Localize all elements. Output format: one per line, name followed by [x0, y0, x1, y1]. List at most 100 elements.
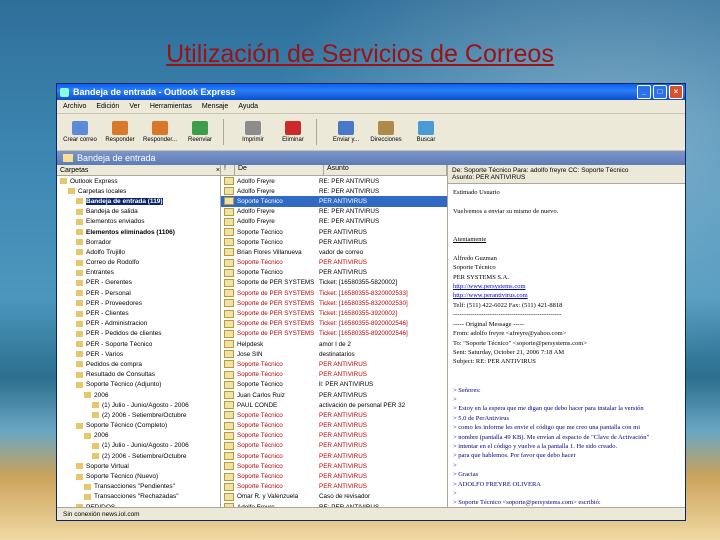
message-row[interactable]: Soporte Técnico PER ANTIVIRUS	[221, 482, 447, 492]
message-row[interactable]: Adolfo Freyre RE: PER ANTIVIRUS	[221, 186, 447, 196]
folder-item[interactable]: (1) Julio - Junio/Agosto - 2006	[57, 400, 220, 410]
message-row[interactable]: Juan Carlos Ruiz PER ANTIVIRUS	[221, 390, 447, 400]
toolbar-button[interactable]: Responder...	[143, 121, 177, 143]
folder-item[interactable]: (2) 2006 - Setiembre/Octubre	[57, 451, 220, 461]
folder-item[interactable]: PER - Clientes	[57, 308, 220, 318]
toolbar-button-label: Crear correo	[63, 137, 97, 143]
folder-item[interactable]: PER - Administracion	[57, 319, 220, 329]
message-row[interactable]: Helpdesk amor I de 2	[221, 339, 447, 349]
folder-item[interactable]: Soporte Técnico (Adjunto)	[57, 380, 220, 390]
message-row[interactable]: Soporte Técnico PER ANTIVIRUS	[221, 227, 447, 237]
close-button[interactable]: ×	[669, 85, 683, 99]
folder-item[interactable]: Soporte Virtual	[57, 461, 220, 471]
preview-line[interactable]: http://www.perantivirus.com	[453, 291, 680, 300]
message-row[interactable]: Soporte Técnico PER ANTIVIRUS	[221, 431, 447, 441]
message-row[interactable]: Soporte Técnico PER ANTIVIRUS	[221, 196, 447, 207]
folder-item[interactable]: Transacciones "Pendientes"	[57, 482, 220, 492]
minimize-button[interactable]: _	[637, 85, 651, 99]
toolbar-button[interactable]: Crear correo	[63, 121, 97, 143]
maximize-button[interactable]: □	[653, 85, 667, 99]
message-row[interactable]: Brian Flores Villanueva vador de correo	[221, 247, 447, 257]
folder-item[interactable]: (1) Julio - Junio/Agosto - 2006	[57, 441, 220, 451]
message-row[interactable]: Soporte de PER SYSTEMS Ticket: [16580355-…	[221, 298, 447, 308]
folder-item[interactable]: PER - Gerentes	[57, 278, 220, 288]
message-row[interactable]: Soporte de PER SYSTEMS Ticket: [16580355-…	[221, 288, 447, 298]
folder-item[interactable]: Bandeja de entrada (119)	[57, 196, 220, 206]
message-row[interactable]: Jose SIN destinatarios	[221, 349, 447, 359]
folder-item[interactable]: PER - Soporte Técnico	[57, 339, 220, 349]
preview-line	[453, 197, 680, 206]
menu-item[interactable]: Edición	[96, 103, 119, 110]
folder-item[interactable]: Soporte Técnico (Nuevo)	[57, 471, 220, 481]
menu-item[interactable]: Archivo	[63, 103, 86, 110]
folder-item[interactable]: PER - Varios	[57, 349, 220, 359]
folder-item[interactable]: PER - Proveedores	[57, 298, 220, 308]
message-row[interactable]: Soporte Técnico PER ANTIVIRUS	[221, 268, 447, 278]
message-row[interactable]: Soporte Técnico PER ANTIVIRUS	[221, 258, 447, 268]
folder-item[interactable]: 2006	[57, 390, 220, 400]
envelope-icon	[224, 289, 234, 298]
message-from: Soporte Técnico	[237, 452, 283, 460]
toolbar-button[interactable]: Reenviar	[183, 121, 217, 143]
preview-line: > Gracias	[453, 471, 479, 479]
reply-all-icon	[152, 121, 168, 135]
message-row[interactable]: Soporte Técnico PER ANTIVIRUS	[221, 441, 447, 451]
message-subject: RE: PER ANTIVIRUS	[319, 177, 380, 185]
subject-column-header[interactable]: Asunto	[324, 165, 447, 175]
toolbar-button[interactable]: Responder	[103, 121, 137, 143]
from-column-header[interactable]: De	[235, 165, 324, 175]
message-row[interactable]: Adolfo Freyre RE: PER ANTIVIRUS	[221, 207, 447, 217]
message-row[interactable]: Soporte de PER SYSTEMS Ticket: [16580355-…	[221, 319, 447, 329]
message-row[interactable]: Soporte Técnico PER ANTIVIRUS	[221, 471, 447, 481]
message-row[interactable]: Soporte de PER SYSTEMS Ticket: [16580355-…	[221, 329, 447, 339]
toolbar-button-label: Responder	[105, 137, 135, 143]
menu-item[interactable]: Ver	[129, 103, 140, 110]
folder-item[interactable]: (2) 2006 - Setiembre/Octubre	[57, 410, 220, 420]
preview-line: > Señores:	[453, 386, 481, 394]
folder-item[interactable]: Soporte Técnico (Completo)	[57, 421, 220, 431]
message-row[interactable]: Soporte Técnico PER ANTIVIRUS	[221, 237, 447, 247]
message-row[interactable]: Soporte Técnico PER ANTIVIRUS	[221, 451, 447, 461]
close-pane-icon[interactable]: ×	[216, 167, 220, 174]
folder-item[interactable]: Carpetas locales	[57, 186, 220, 196]
priority-column-icon[interactable]: !	[221, 165, 235, 175]
folder-item[interactable]: Resultado de Consultas	[57, 370, 220, 380]
message-row[interactable]: Soporte Técnico ll: PER ANTIVIRUS	[221, 380, 447, 390]
message-row[interactable]: Omar R. y Valenzuela Caso de revisador	[221, 492, 447, 502]
menu-item[interactable]: Herramientas	[150, 103, 192, 110]
folder-item[interactable]: Pedidos de compra	[57, 359, 220, 369]
folder-item[interactable]: Transacciones "Rechazadas"	[57, 492, 220, 502]
toolbar-button[interactable]: Buscar	[409, 121, 443, 143]
toolbar-button[interactable]: Enviar y...	[329, 121, 363, 143]
preview-line[interactable]: http://www.persystems.com	[453, 282, 680, 291]
message-row[interactable]: Soporte Técnico PER ANTIVIRUS	[221, 421, 447, 431]
message-row[interactable]: Soporte de PER SYSTEMS Ticket: [16580355-…	[221, 278, 447, 288]
message-row[interactable]: Soporte Técnico PER ANTIVIRUS	[221, 370, 447, 380]
folder-item[interactable]: 2006	[57, 431, 220, 441]
folder-item[interactable]: Elementos enviados	[57, 217, 220, 227]
toolbar-button[interactable]: Imprimir	[236, 121, 270, 143]
folder-item[interactable]: PER - Personal	[57, 288, 220, 298]
folder-item[interactable]: Bandeja de salida	[57, 207, 220, 217]
message-row[interactable]: Adolfo Freyre RE: PER ANTIVIRUS	[221, 217, 447, 227]
folder-item[interactable]: PER - Pedidos de clientes	[57, 329, 220, 339]
folder-icon	[84, 483, 91, 490]
message-row[interactable]: Adolfo Freyre RE: PER ANTIVIRUS	[221, 176, 447, 186]
toolbar-button[interactable]: Eliminar	[276, 121, 310, 143]
folder-item[interactable]: Outlook Express	[57, 176, 220, 186]
folder-label: PER - Proveedores	[86, 299, 142, 307]
toolbar-button[interactable]: Direcciones	[369, 121, 403, 143]
message-row[interactable]: Soporte Técnico PER ANTIVIRUS	[221, 410, 447, 420]
message-row[interactable]: PAUL CONDE activación de personal PER 32	[221, 400, 447, 410]
folder-item[interactable]: Entrantes	[57, 268, 220, 278]
folder-item[interactable]: Correo de Rodolfo	[57, 258, 220, 268]
folder-item[interactable]: Adolfo Trujillo	[57, 247, 220, 257]
message-row[interactable]: Soporte de PER SYSTEMS Ticket: [16580355-…	[221, 308, 447, 318]
folder-item[interactable]: Elementos eliminados (1106)	[57, 227, 220, 237]
folder-item[interactable]: Borrador	[57, 237, 220, 247]
message-row[interactable]: Soporte Técnico PER ANTIVIRUS	[221, 461, 447, 471]
menu-item[interactable]: Ayuda	[238, 103, 258, 110]
message-row[interactable]: Soporte Técnico PER ANTIVIRUS	[221, 359, 447, 369]
menu-item[interactable]: Mensaje	[202, 103, 228, 110]
message-subject: PER ANTIVIRUS	[319, 371, 367, 379]
